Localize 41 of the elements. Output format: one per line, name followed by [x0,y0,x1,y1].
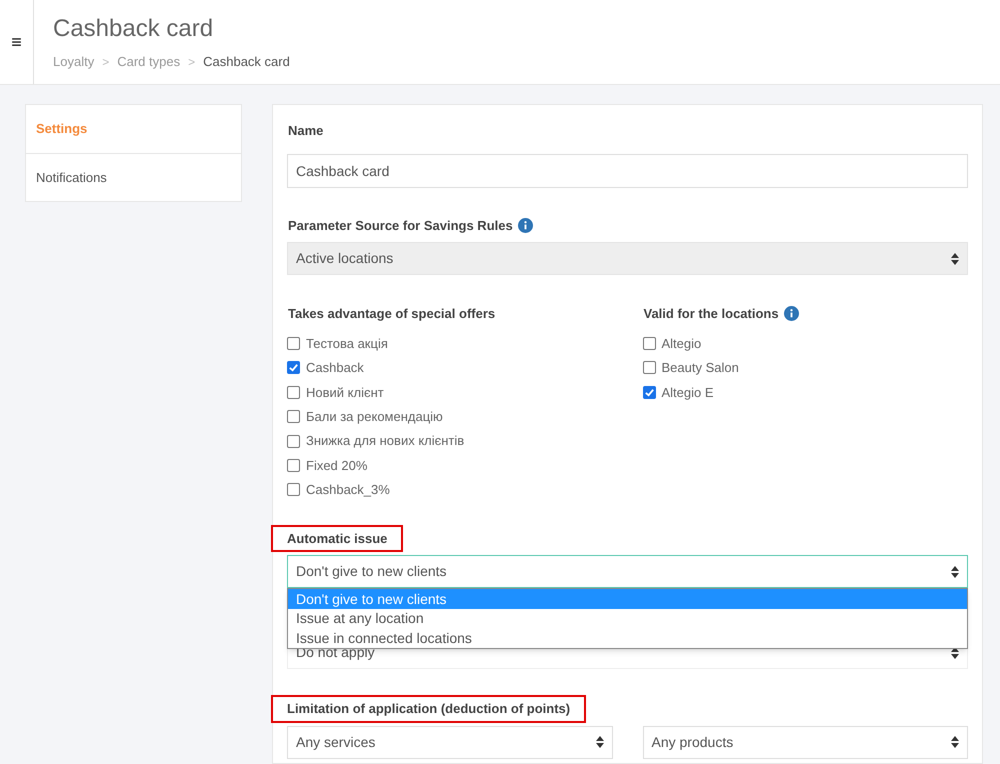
breadcrumb-separator: > [102,54,110,71]
field-label: Valid for the locations [642,305,780,323]
checkbox[interactable] [642,386,656,399]
field-label: Name [287,122,324,140]
checkbox-label: Cashback [306,359,364,378]
select-dropdown[interactable]: Any products [642,726,968,759]
checkbox-label: Знижка для нових клієнтів [306,432,464,450]
page-title: Cashback card [53,14,214,44]
checkbox[interactable] [287,337,300,350]
checkbox-label: Altegio E [662,384,714,402]
select-dropdown[interactable]: Any services [287,726,612,759]
checkbox[interactable] [287,410,300,424]
sidebar-item[interactable]: Notifications [26,153,241,201]
checkbox[interactable] [287,458,300,472]
sort-arrows-icon [951,646,959,659]
checkbox-label: Cashback_3% [306,481,390,500]
field-label: Takes advantage of special offers [287,305,496,323]
sort-arrows-icon [951,736,959,748]
checkbox-label: Новий клієнт [306,384,384,402]
checkbox[interactable] [287,483,300,496]
name-input[interactable]: Cashback card [287,154,968,188]
checkbox[interactable] [642,337,656,350]
menu-button[interactable]: ≡ [11,28,22,56]
field-label: Parameter Source for Savings Rules [287,216,514,235]
sort-arrows-icon [951,566,959,578]
breadcrumb-separator: > [188,54,196,71]
info-icon[interactable] [784,306,799,322]
breadcrumb-current: Cashback card [203,53,290,71]
checkbox[interactable] [287,434,300,448]
checkbox[interactable] [642,361,656,374]
sort-arrows-icon [596,736,604,748]
checkbox-label: Fixed 20% [306,456,368,475]
checkbox-label: Altegio [662,334,702,353]
select-dropdown[interactable]: Don't give to new clients [287,555,968,588]
checkbox[interactable] [287,361,300,374]
checkbox-label: Тестова акція [306,334,388,353]
checkbox-label: Бали за рекомендацію [306,408,443,426]
checkbox-label: Beauty Salon [662,359,739,378]
dropdown-option[interactable]: Issue at any location [288,608,967,628]
checkbox[interactable] [287,386,300,399]
sort-arrows-icon [951,252,959,264]
